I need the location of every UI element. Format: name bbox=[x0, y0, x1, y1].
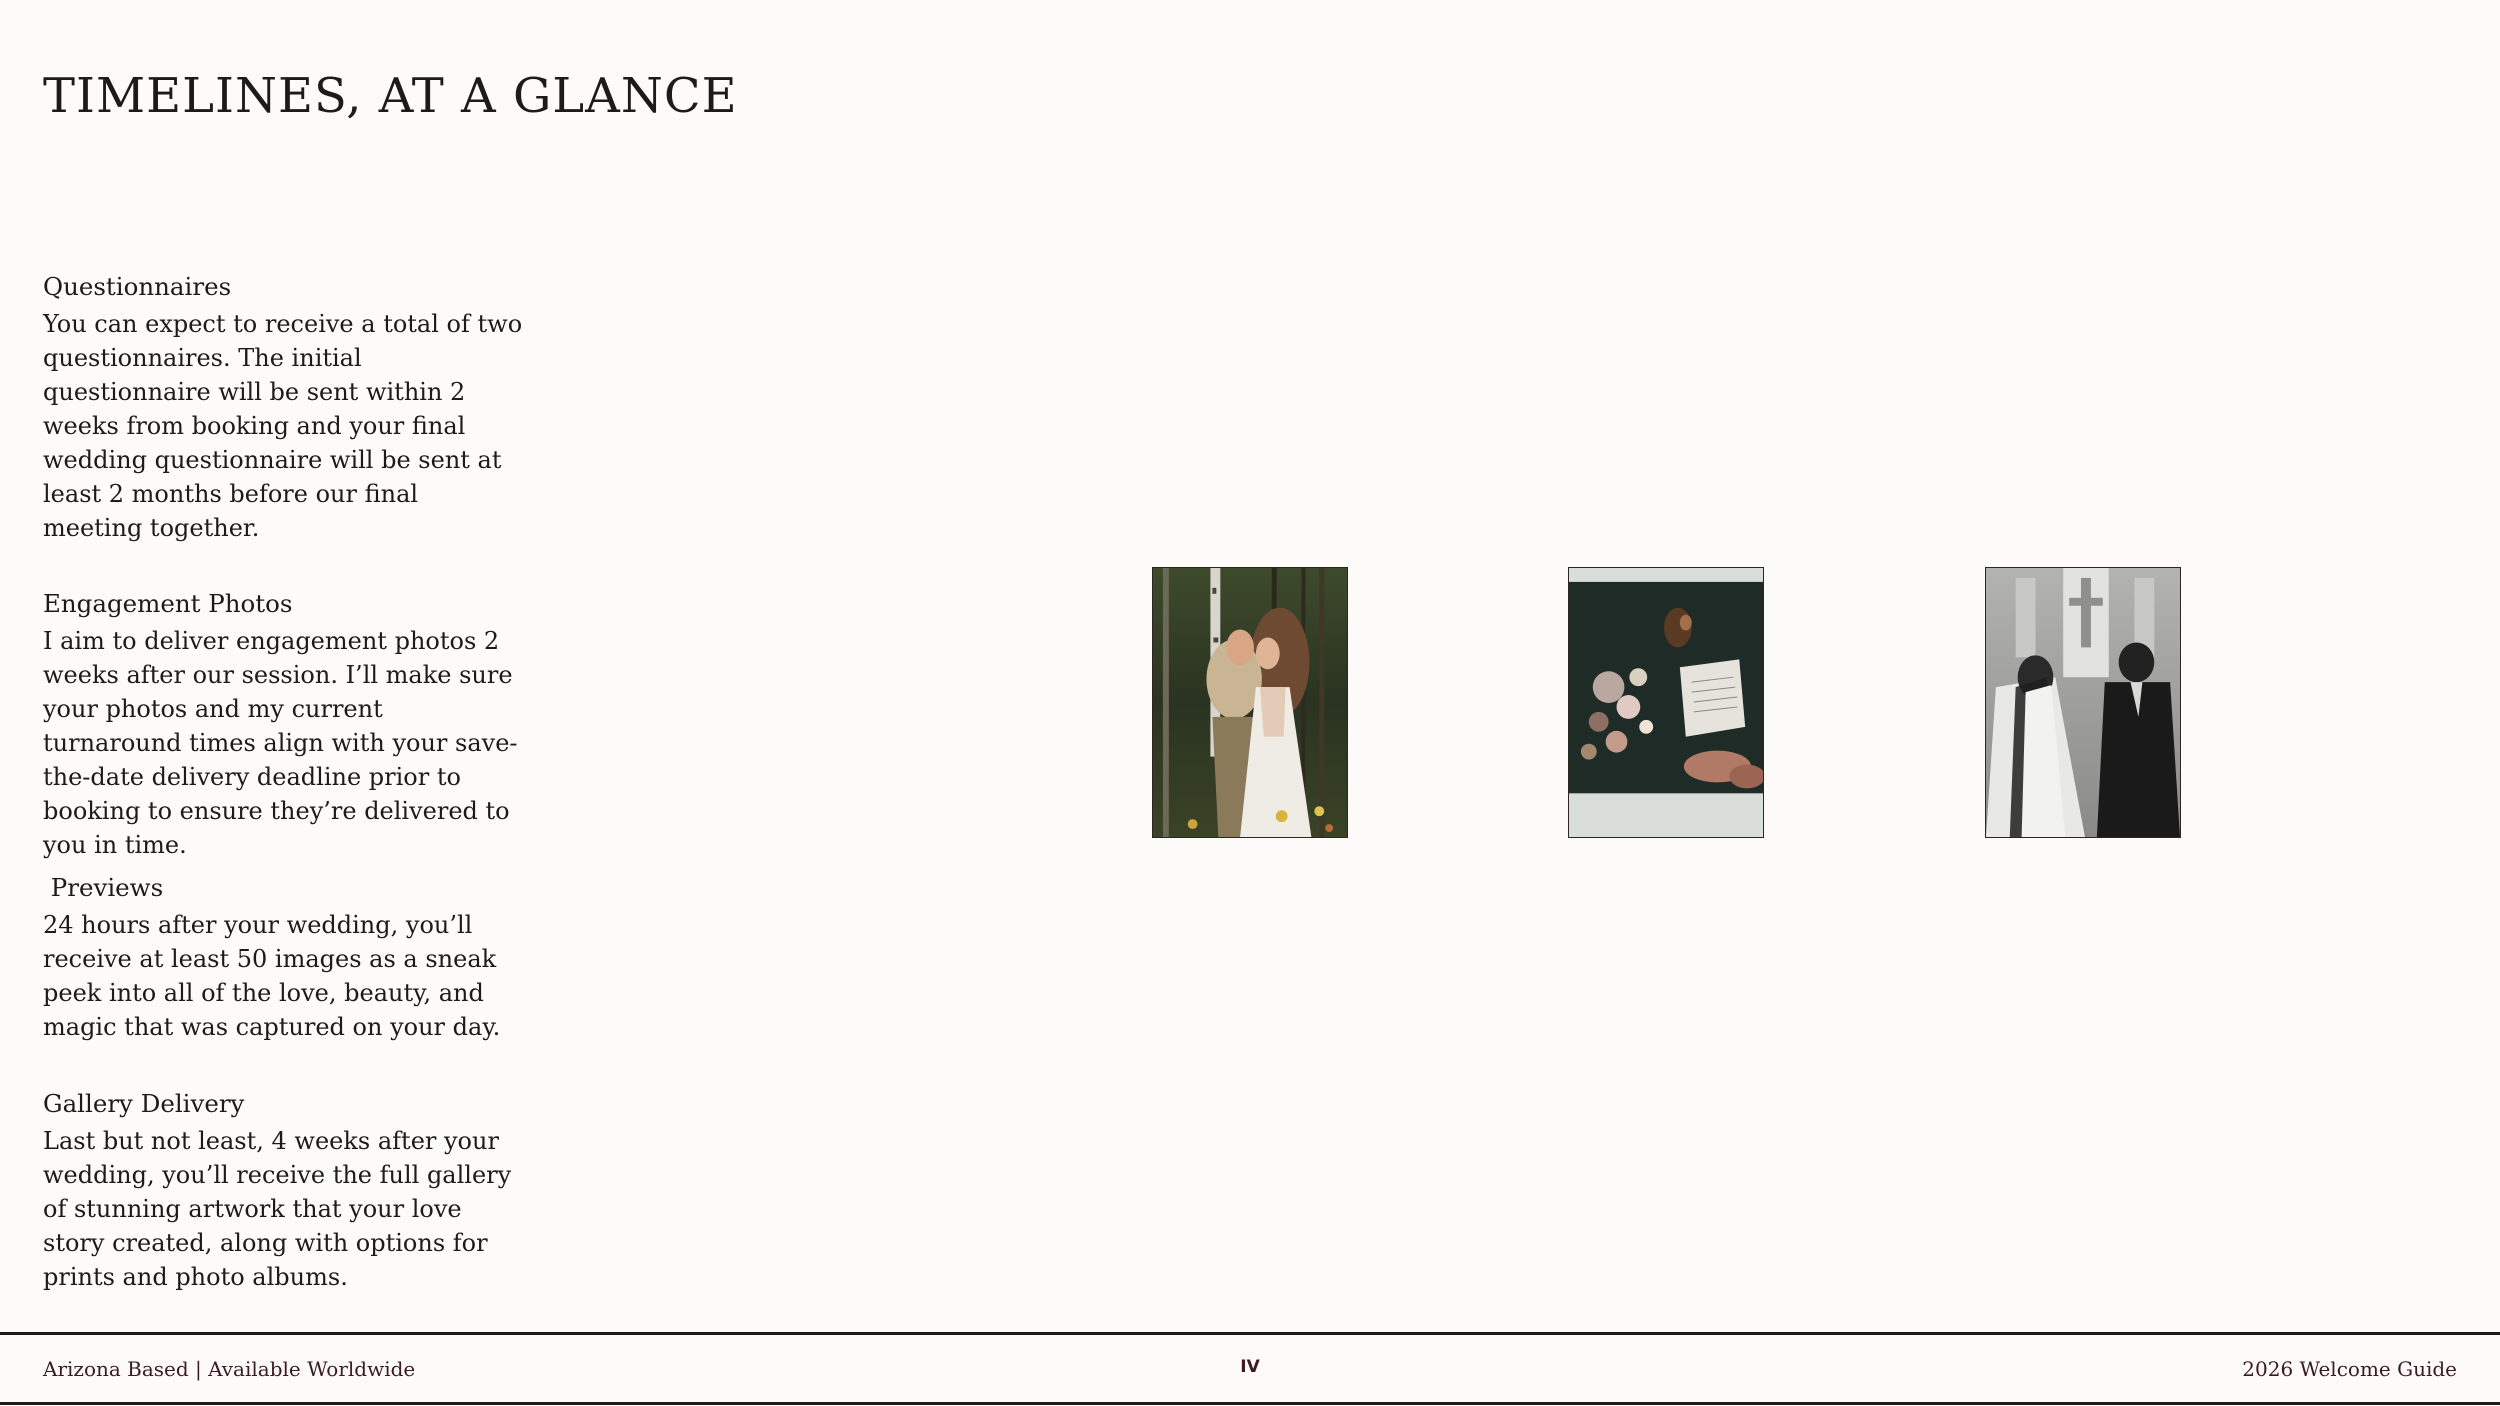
section-heading: Gallery Delivery bbox=[43, 1089, 245, 1118]
section-questionnaires: Questionnaires You can expect to receive… bbox=[43, 270, 523, 545]
footer-divider-bottom bbox=[0, 1402, 2500, 1405]
section-previews: Previews 24 hours after your wedding, yo… bbox=[43, 871, 523, 1044]
footer-guide-title: 2026 Welcome Guide bbox=[2242, 1357, 2457, 1381]
section-heading: Engagement Photos bbox=[43, 589, 293, 618]
section-body: I aim to deliver engagement photos 2 wee… bbox=[43, 627, 518, 859]
footer-divider-top bbox=[0, 1332, 2500, 1335]
page-title: TIMELINES, AT A GLANCE bbox=[43, 68, 738, 124]
section-body: You can expect to receive a total of two… bbox=[43, 310, 523, 542]
footer-location: Arizona Based | Available Worldwide bbox=[43, 1357, 416, 1381]
section-heading: Previews bbox=[43, 873, 164, 902]
section-body: 24 hours after your wedding, you’ll rece… bbox=[43, 911, 501, 1041]
ceremony-bw-photo bbox=[1985, 567, 2181, 838]
section-gallery-delivery: Gallery Delivery Last but not least, 4 w… bbox=[43, 1087, 523, 1294]
section-body: Last but not least, 4 weeks after your w… bbox=[43, 1127, 512, 1291]
section-heading: Questionnaires bbox=[43, 272, 232, 301]
flowers-vows-photo bbox=[1568, 567, 1764, 838]
page-number: IV bbox=[1240, 1357, 1260, 1377]
section-engagement-photos: Engagement Photos I aim to deliver engag… bbox=[43, 587, 523, 862]
engagement-couple-photo bbox=[1152, 567, 1348, 838]
